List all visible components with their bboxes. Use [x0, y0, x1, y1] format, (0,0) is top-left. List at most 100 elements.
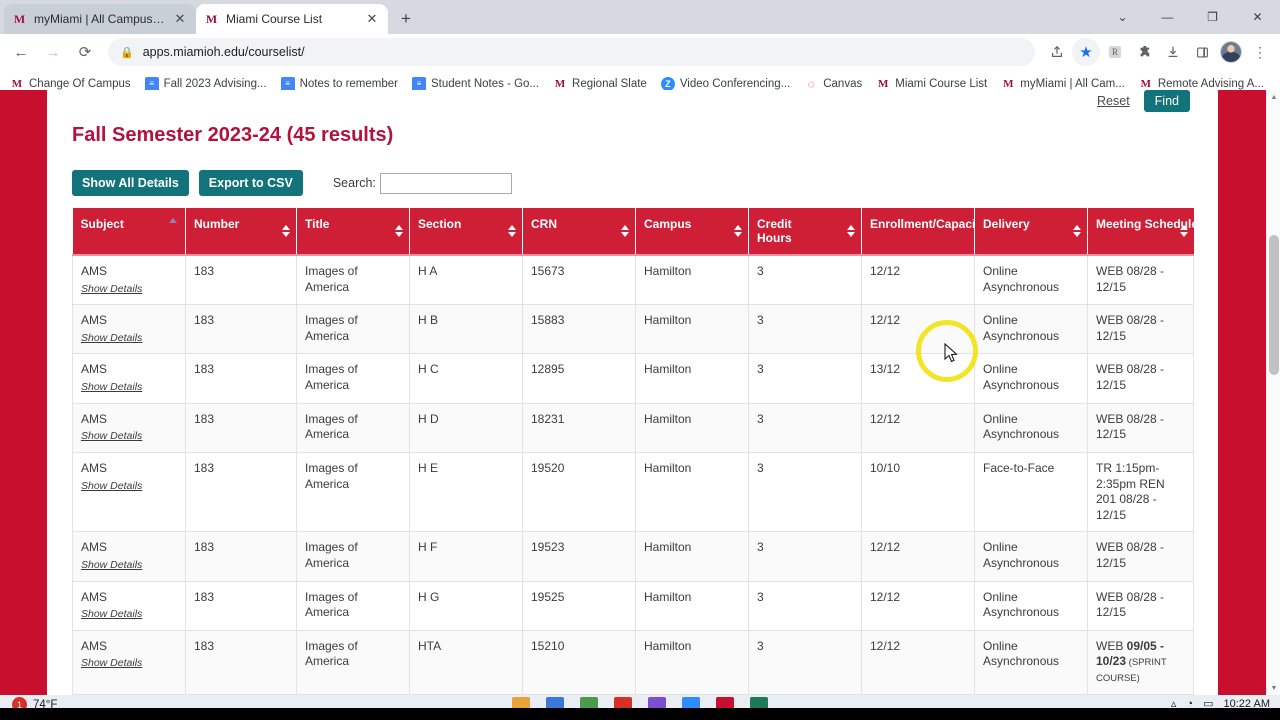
- subject-text: AMS: [81, 264, 107, 278]
- table-row: AMSShow Details183Images of AmericaH G19…: [73, 581, 1194, 630]
- cell-campus: Hamilton: [636, 452, 749, 531]
- column-label: Number: [194, 217, 239, 231]
- show-details-link[interactable]: Show Details: [81, 608, 177, 622]
- chrome-menu-icon[interactable]: ⋮: [1246, 38, 1274, 66]
- cell-subject: AMS Show Details: [73, 630, 186, 694]
- puzzle-extensions-icon[interactable]: [1130, 38, 1158, 66]
- column-header-delivery[interactable]: Delivery: [975, 208, 1088, 255]
- tab-miami-course-list[interactable]: M Miami Course List ✕: [196, 4, 388, 34]
- forward-icon[interactable]: →: [38, 37, 68, 67]
- column-label: Credit Hours: [757, 217, 829, 245]
- show-details-link[interactable]: Show Details: [81, 332, 177, 346]
- search-input[interactable]: [380, 173, 512, 194]
- downloads-icon[interactable]: [1159, 38, 1187, 66]
- cell-subject: AMS Show Details: [73, 255, 186, 305]
- subject-text: AMS: [81, 639, 107, 653]
- column-header-meeting-schedule[interactable]: Meeting Schedule: [1088, 208, 1194, 255]
- bookmark-label: myMiami | All Cam...: [1020, 78, 1125, 90]
- sort-ascending-icon: [169, 218, 177, 223]
- side-panel-icon[interactable]: [1188, 38, 1216, 66]
- cell-number: 183: [186, 630, 297, 694]
- column-header-credit-hours[interactable]: Credit Hours: [749, 208, 862, 255]
- bookmark-label: Canvas: [823, 78, 862, 90]
- profile-avatar[interactable]: [1217, 38, 1245, 66]
- bookmark-label: Miami Course List: [895, 78, 987, 90]
- search-label: Search:: [333, 176, 376, 190]
- schedule-prefix: WEB: [1096, 362, 1127, 376]
- cell-meeting-schedule: WEB 08/28 - 12/15: [1088, 305, 1194, 354]
- column-header-enrollment-capacity[interactable]: Enrollment/Capacity: [862, 208, 975, 255]
- show-details-link[interactable]: Show Details: [81, 559, 177, 573]
- cell-delivery: Face-to-Face: [975, 452, 1088, 531]
- cell-enrollment-capacity: 13/12: [862, 354, 975, 403]
- scroll-up-icon[interactable]: ▲: [1267, 90, 1280, 104]
- cell-title: Images of America: [297, 354, 410, 403]
- subject-text: AMS: [81, 313, 107, 327]
- screen-bottom-cutoff: [0, 708, 1280, 720]
- column-label: Subject: [81, 217, 124, 231]
- find-button[interactable]: Find: [1144, 90, 1190, 112]
- column-header-crn[interactable]: CRN: [523, 208, 636, 255]
- tab-search-icon[interactable]: ⌄: [1100, 0, 1145, 34]
- maximize-icon[interactable]: ❐: [1190, 0, 1235, 34]
- column-label: Delivery: [983, 217, 1030, 231]
- cell-campus: Hamilton: [636, 354, 749, 403]
- close-icon[interactable]: ✕: [172, 11, 188, 27]
- show-details-link[interactable]: Show Details: [81, 381, 177, 395]
- column-header-campus[interactable]: Campus: [636, 208, 749, 255]
- cell-enrollment-capacity: 12/12: [862, 581, 975, 630]
- sort-both-icon: [1180, 225, 1188, 237]
- close-icon[interactable]: ✕: [364, 11, 380, 27]
- column-header-section[interactable]: Section: [410, 208, 523, 255]
- sort-both-icon: [847, 225, 855, 237]
- extension-badge-icon[interactable]: R: [1101, 38, 1129, 66]
- google-docs-icon: ≡: [412, 77, 426, 91]
- share-icon[interactable]: [1043, 38, 1071, 66]
- tab-mymiami[interactable]: M myMiami | All Campuses ✕: [4, 4, 196, 34]
- export-to-csv-button[interactable]: Export to CSV: [199, 170, 303, 196]
- close-window-icon[interactable]: ✕: [1235, 0, 1280, 34]
- cell-enrollment-capacity: 12/12: [862, 305, 975, 354]
- minimize-icon[interactable]: —: [1145, 0, 1190, 34]
- show-details-link[interactable]: Show Details: [81, 430, 177, 444]
- page-scrollbar[interactable]: ▲ ▼: [1266, 90, 1280, 695]
- bookmark-label: Change Of Campus: [29, 78, 131, 90]
- google-docs-icon: ≡: [281, 77, 295, 91]
- subject-text: AMS: [81, 540, 107, 554]
- cell-subject: AMSShow Details: [73, 403, 186, 452]
- cell-campus: Hamilton: [636, 630, 749, 694]
- show-details-link[interactable]: Show Details: [81, 480, 177, 494]
- cell-number: 183: [186, 532, 297, 581]
- bookmarks-overflow-icon[interactable]: »: [1274, 76, 1280, 91]
- reload-icon[interactable]: ⟳: [70, 37, 100, 67]
- browser-titlebar: M myMiami | All Campuses ✕ M Miami Cours…: [0, 0, 1280, 34]
- cell-crn: 12895: [523, 354, 636, 403]
- scrollbar-thumb[interactable]: [1269, 235, 1279, 375]
- reset-link[interactable]: Reset: [1097, 94, 1130, 108]
- column-header-title[interactable]: Title: [297, 208, 410, 255]
- cell-number: 183: [186, 305, 297, 354]
- address-bar[interactable]: 🔒 apps.miamioh.edu/courselist/: [108, 38, 1035, 66]
- show-details-link[interactable]: Show Details: [81, 657, 177, 671]
- cell-subject: AMSShow Details: [73, 452, 186, 531]
- column-header-subject[interactable]: Subject: [73, 208, 186, 255]
- column-header-number[interactable]: Number: [186, 208, 297, 255]
- search-control: Search:: [333, 173, 512, 194]
- table-row: AMSShow Details183Images of AmericaH E19…: [73, 452, 1194, 531]
- course-table-container: Subject Number Title: [72, 208, 1193, 695]
- cell-meeting-schedule: WEB 08/28 - 12/15: [1088, 581, 1194, 630]
- scroll-down-icon[interactable]: ▼: [1267, 681, 1280, 695]
- table-row: AMSShow Details183Images of AmericaH C12…: [73, 354, 1194, 403]
- cell-meeting-schedule: WEB 08/28 - 12/15: [1088, 403, 1194, 452]
- show-details-link[interactable]: Show Details: [81, 283, 177, 297]
- bookmark-star-icon[interactable]: ★: [1072, 38, 1100, 66]
- show-all-details-button[interactable]: Show All Details: [72, 170, 189, 196]
- course-table: Subject Number Title: [72, 208, 1194, 695]
- back-icon[interactable]: ←: [6, 37, 36, 67]
- cell-meeting-schedule: WEB 08/28 - 12/15: [1088, 532, 1194, 581]
- sort-both-icon: [282, 225, 290, 237]
- page-title: Fall Semester 2023-24 (45 results): [72, 124, 393, 147]
- cell-meeting-schedule: WEB 08/28 - 12/15: [1088, 255, 1194, 305]
- cell-meeting-schedule: TR 1:15pm-2:35pm REN 201 08/28 - 12/15: [1088, 452, 1194, 531]
- new-tab-button[interactable]: +: [392, 5, 420, 33]
